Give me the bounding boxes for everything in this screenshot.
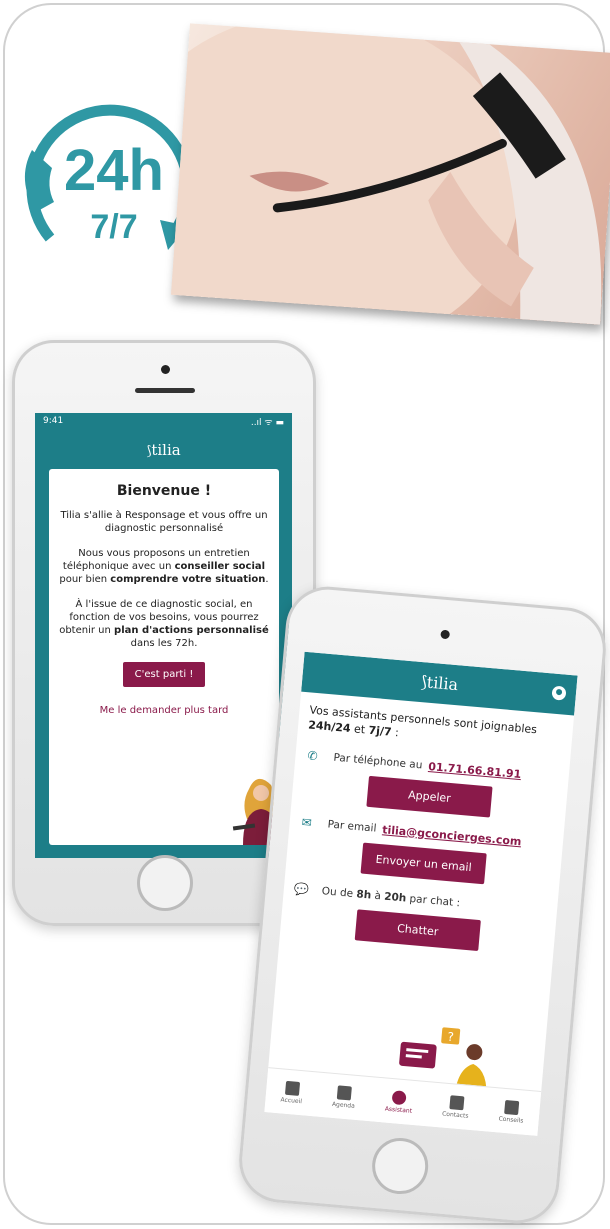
welcome-title: Bienvenue ! <box>116 483 212 499</box>
envelope-icon: ✉ <box>301 815 313 831</box>
home-icon <box>284 1080 300 1096</box>
phone-label: Par téléphone au <box>332 751 423 772</box>
email-label: Par email <box>327 818 377 835</box>
calendar-icon <box>336 1084 353 1100</box>
send-email-button[interactable]: Envoyer un email <box>360 842 487 885</box>
tilia-logo: ⟆tilia <box>419 672 459 695</box>
badge-days: 7/7 <box>90 208 137 246</box>
chat-icon: 💬 <box>293 881 310 898</box>
status-icons: ..ıl ᯤ ▬ <box>250 417 284 428</box>
front-camera <box>440 629 451 640</box>
start-button[interactable]: C'est parti ! <box>122 662 206 687</box>
phone-number[interactable]: 01.71.66.81.91 <box>428 760 522 781</box>
welcome-para-3: À l'issue de ce diagnostic social, en fo… <box>59 599 269 649</box>
chat-button[interactable]: Chatter <box>354 909 481 952</box>
welcome-card: Bienvenue ! Tilia s'allie à Responsage e… <box>49 469 279 845</box>
assistant-icon <box>392 1089 408 1105</box>
assistant-screen: ⟆tilia Vos assistants personnels sont jo… <box>264 651 578 1136</box>
email-address[interactable]: tilia@gconcierges.com <box>382 823 522 848</box>
tab-assistant[interactable]: Assistant <box>385 1089 414 1114</box>
tilia-logo: ⟆tilia <box>146 441 181 459</box>
tab-contacts[interactable]: Contacts <box>442 1094 470 1119</box>
question-mark: ? <box>447 1030 455 1045</box>
earpiece <box>135 388 195 393</box>
status-bar: 9:41 ..ıl ᯤ ▬ <box>35 413 292 429</box>
tab-accueil[interactable]: Accueil <box>280 1080 303 1105</box>
tips-icon <box>504 1099 520 1115</box>
call-button[interactable]: Appeler <box>366 775 493 818</box>
home-button[interactable] <box>369 1135 431 1197</box>
front-camera <box>161 365 170 374</box>
chat-hours: Ou de 8h à 20h par chat : <box>321 885 461 910</box>
tab-conseils[interactable]: Conseils <box>498 1099 525 1124</box>
badge-hours: 24h <box>64 138 164 203</box>
phone-assistant: ⟆tilia Vos assistants personnels sont jo… <box>235 583 610 1227</box>
home-button[interactable] <box>137 855 193 911</box>
welcome-screen: 9:41 ..ıl ᯤ ▬ ⟆tilia Bienvenue ! Tilia s… <box>35 413 292 858</box>
status-time: 9:41 <box>43 416 64 426</box>
ask-later-link[interactable]: Me le demander plus tard <box>49 705 279 716</box>
headset-woman-photo <box>171 23 610 325</box>
phone-icon: ✆ <box>306 748 319 764</box>
welcome-para-2: Nous vous proposons un entretien télépho… <box>59 548 269 585</box>
welcome-intro: Tilia s'allie à Responsage et vous offre… <box>60 510 268 534</box>
tab-agenda[interactable]: Agenda <box>332 1084 357 1109</box>
contacts-icon <box>448 1094 465 1110</box>
